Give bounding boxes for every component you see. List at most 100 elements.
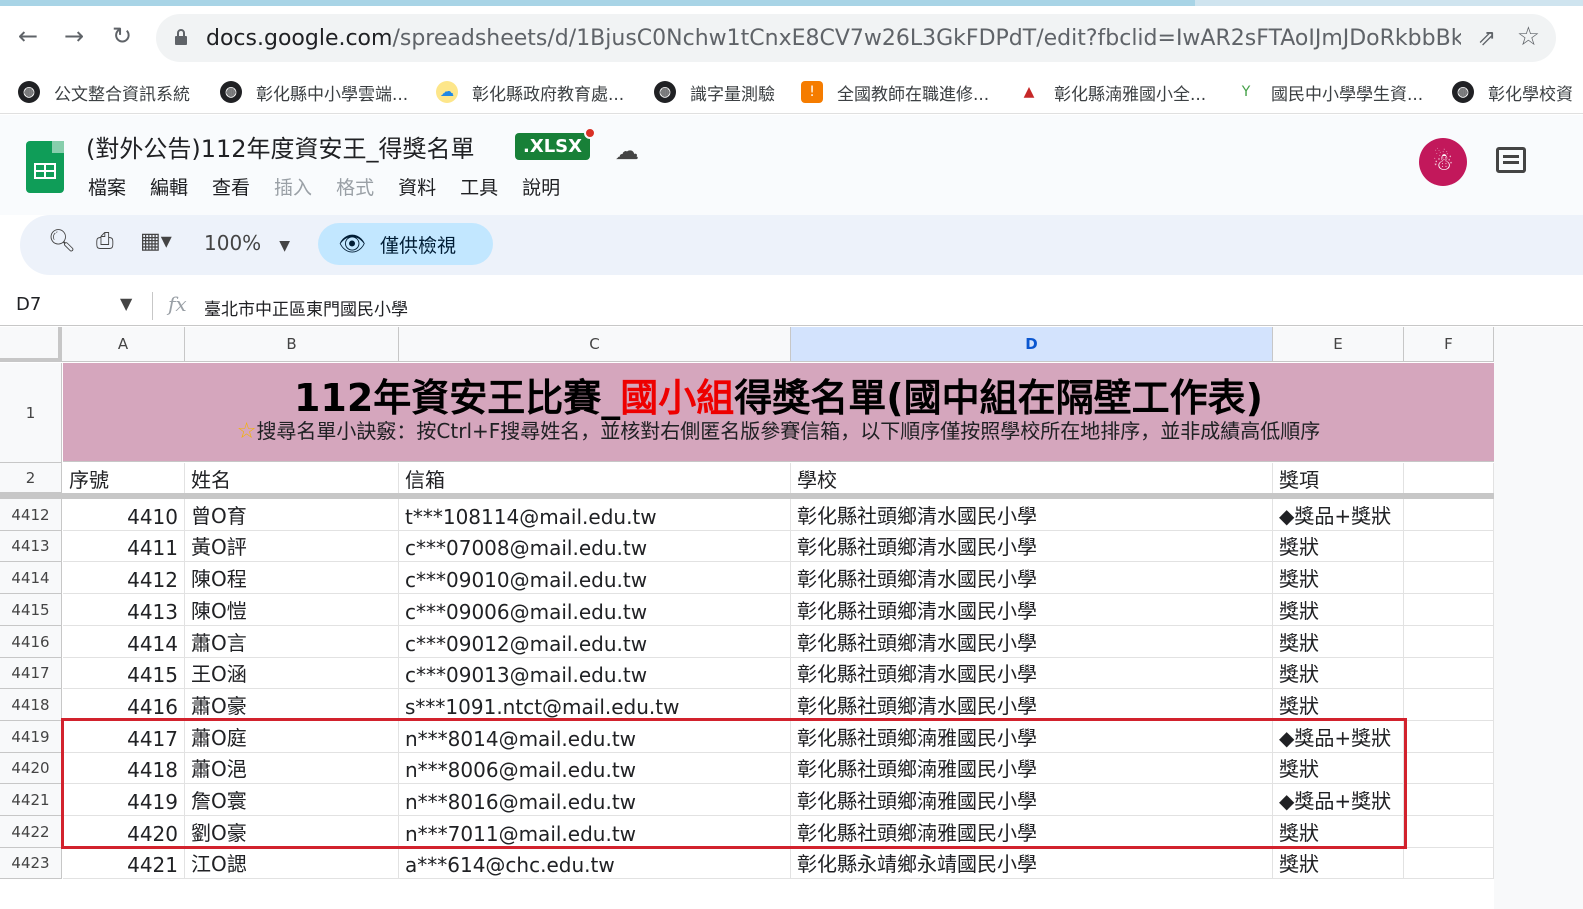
cell-award[interactable]: 獎狀 — [1273, 626, 1404, 658]
view-only-button[interactable]: 👁︎ 僅供檢視 — [318, 223, 493, 265]
menu-help[interactable]: 說明 — [522, 173, 560, 200]
cell-award[interactable]: ◆獎品+獎狀 — [1273, 784, 1404, 816]
select-all-corner[interactable] — [0, 327, 62, 362]
menu-tools[interactable]: 工具 — [460, 173, 498, 200]
cell-award[interactable]: 獎狀 — [1273, 689, 1404, 721]
cell-no[interactable]: 4411 — [63, 531, 185, 562]
cell-f[interactable] — [1404, 562, 1494, 594]
cell-name[interactable]: 詹O寰 — [185, 784, 399, 816]
header-cell-school[interactable]: 學校 — [791, 463, 1273, 493]
forward-icon[interactable]: → — [58, 20, 90, 52]
cell-f[interactable] — [1404, 594, 1494, 626]
cell-no[interactable]: 4410 — [63, 499, 185, 531]
row-header[interactable]: 4421 — [0, 784, 62, 816]
cell-school[interactable]: 彰化縣社頭鄉清水國民小學 — [791, 689, 1273, 721]
share-icon[interactable]: ⇗ — [1478, 26, 1496, 51]
cell-no[interactable]: 4421 — [63, 848, 185, 879]
cell-name[interactable]: 黃O評 — [185, 531, 399, 562]
cell-school[interactable]: 彰化縣社頭鄉湳雅國民小學 — [791, 784, 1273, 816]
cell-award[interactable]: 獎狀 — [1273, 848, 1404, 879]
cell-name[interactable]: 江O諰 — [185, 848, 399, 879]
row-header[interactable]: 1 — [0, 363, 62, 463]
cell-no[interactable]: 4416 — [63, 689, 185, 721]
address-bar[interactable]: docs.google.com/spreadsheets/d/1BjusC0Nc… — [156, 14, 1556, 62]
cell-email[interactable]: c***09013@mail.edu.tw — [399, 658, 791, 689]
formula-value[interactable]: 臺北市中正區東門國民小學 — [204, 295, 408, 320]
xlsx-badge[interactable]: .XLSX — [515, 127, 597, 160]
cell-name[interactable]: 劉O豪 — [185, 816, 399, 848]
row-header[interactable]: 4415 — [0, 594, 62, 626]
row-header[interactable]: 4413 — [0, 531, 62, 562]
bookmark-item[interactable]: ! 全國教師在職進修... — [801, 78, 989, 106]
header-cell-f[interactable] — [1404, 463, 1494, 493]
cell-no[interactable]: 4412 — [63, 562, 185, 594]
comments-icon[interactable] — [1496, 147, 1526, 173]
bookmark-item[interactable]: ◍ 公文整合資訊系統 — [18, 78, 190, 106]
row-header[interactable]: 4414 — [0, 562, 62, 594]
cell-f[interactable] — [1404, 784, 1494, 816]
cell-school[interactable]: 彰化縣社頭鄉清水國民小學 — [791, 626, 1273, 658]
cell-school[interactable]: 彰化縣社頭鄉清水國民小學 — [791, 594, 1273, 626]
header-cell-no[interactable]: 序號 — [63, 463, 185, 493]
cell-school[interactable]: 彰化縣社頭鄉清水國民小學 — [791, 658, 1273, 689]
cell-award[interactable]: 獎狀 — [1273, 753, 1404, 784]
chevron-down-icon[interactable]: ▼ — [120, 294, 132, 313]
menu-format[interactable]: 格式 — [336, 173, 374, 200]
cloud-status-icon[interactable]: ☁ — [615, 137, 639, 165]
menu-view[interactable]: 查看 — [212, 173, 250, 200]
column-header-e[interactable]: E — [1273, 327, 1404, 362]
cell-email[interactable]: c***09010@mail.edu.tw — [399, 562, 791, 594]
bookmark-star-icon[interactable]: ☆ — [1517, 22, 1540, 52]
zoom-select[interactable]: 100% ▼ — [204, 231, 290, 255]
bookmark-item[interactable]: ◍ 識字量測驗 — [654, 78, 775, 106]
column-header-b[interactable]: B — [185, 327, 399, 362]
cell-award[interactable]: ◆獎品+獎狀 — [1273, 721, 1404, 753]
cell-name[interactable]: 王O涵 — [185, 658, 399, 689]
column-header-a[interactable]: A — [62, 327, 185, 362]
cell-email[interactable]: n***8016@mail.edu.tw — [399, 784, 791, 816]
cell-email[interactable]: a***614@chc.edu.tw — [399, 848, 791, 879]
cell-email[interactable]: t***108114@mail.edu.tw — [399, 499, 791, 531]
row-header[interactable]: 4412 — [0, 499, 62, 531]
row-header[interactable]: 4420 — [0, 753, 62, 784]
cell-f[interactable] — [1404, 689, 1494, 721]
cell-award[interactable]: 獎狀 — [1273, 658, 1404, 689]
row-header[interactable]: 4423 — [0, 848, 62, 879]
cell-name[interactable]: 陳O程 — [185, 562, 399, 594]
cell-school[interactable]: 彰化縣社頭鄉湳雅國民小學 — [791, 753, 1273, 784]
row-header[interactable]: 2 — [0, 463, 62, 493]
row-header[interactable]: 4422 — [0, 816, 62, 848]
cell-award[interactable]: 獎狀 — [1273, 531, 1404, 562]
cell-no[interactable]: 4420 — [63, 816, 185, 848]
cell-school[interactable]: 彰化縣社頭鄉湳雅國民小學 — [791, 816, 1273, 848]
back-icon[interactable]: ← — [12, 20, 44, 52]
reload-icon[interactable]: ↻ — [106, 20, 138, 52]
bookmark-item[interactable]: ◍ 彰化縣中小學雲端... — [220, 78, 408, 106]
cell-school[interactable]: 彰化縣社頭鄉清水國民小學 — [791, 562, 1273, 594]
cell-name[interactable]: 蕭O庭 — [185, 721, 399, 753]
cell-school[interactable]: 彰化縣社頭鄉湳雅國民小學 — [791, 721, 1273, 753]
cell-no[interactable]: 4417 — [63, 721, 185, 753]
column-header-d[interactable]: D — [791, 327, 1273, 362]
print-icon[interactable]: ⎙ — [96, 229, 114, 254]
cell-name[interactable]: 陳O愷 — [185, 594, 399, 626]
menu-insert[interactable]: 插入 — [274, 173, 312, 200]
header-cell-name[interactable]: 姓名 — [185, 463, 399, 493]
cell-f[interactable] — [1404, 848, 1494, 879]
bookmark-item[interactable]: Y 國民中小學學生資... — [1235, 78, 1424, 106]
cell-school[interactable]: 彰化縣社頭鄉清水國民小學 — [791, 499, 1273, 531]
cell-no[interactable]: 4415 — [63, 658, 185, 689]
cell-name[interactable]: 蕭O豪 — [185, 689, 399, 721]
cell-no[interactable]: 4413 — [63, 594, 185, 626]
cell-email[interactable]: n***8006@mail.edu.tw — [399, 753, 791, 784]
avatar[interactable]: ☃ — [1419, 138, 1467, 186]
name-box[interactable]: D7 — [16, 294, 41, 315]
cell-f[interactable] — [1404, 499, 1494, 531]
row-header[interactable]: 4419 — [0, 721, 62, 753]
cell-no[interactable]: 4418 — [63, 753, 185, 784]
cell-email[interactable]: s***1091.ntct@mail.edu.tw — [399, 689, 791, 721]
cell-award[interactable]: 獎狀 — [1273, 562, 1404, 594]
cell-award[interactable]: 獎狀 — [1273, 816, 1404, 848]
cell-name[interactable]: 曾O育 — [185, 499, 399, 531]
search-icon[interactable]: 🔍︎ — [48, 229, 76, 254]
